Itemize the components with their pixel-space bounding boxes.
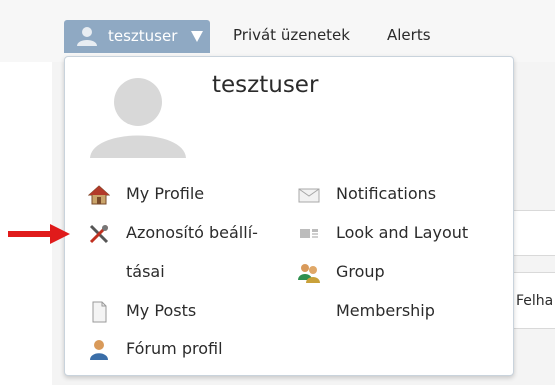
envelope-icon [298,188,320,203]
user-icon [77,27,97,46]
document-icon [92,301,107,323]
user-menu-button[interactable]: tesztuser [64,20,210,53]
background-partial-text: Felha [516,293,554,309]
user-dropdown-menu: tesztuser My Profile Azonosító beállí- t… [64,56,514,376]
look-and-layout-label: Look and Layout [336,223,469,242]
menu-item-look-and-layout[interactable]: Look and Layout [298,223,498,245]
account-settings-label-line2: tásai [126,262,165,281]
group-membership-label-line2: Membership [336,301,435,320]
menu-item-notifications[interactable]: Notifications [298,184,498,206]
menu-item-forum-profile[interactable]: Fórum profil [88,339,288,361]
nav-alerts[interactable]: Alerts [387,26,431,44]
menu-item-account-settings-continued[interactable]: tásai [88,262,288,284]
nav-private-messages[interactable]: Privát üzenetek [233,26,350,44]
menu-item-group-membership[interactable]: Group [298,262,498,284]
nav-username: tesztuser [108,27,178,45]
menu-item-account-settings[interactable]: Azonosító beállí- [88,223,288,245]
account-settings-label-line1: Azonosító beállí- [126,223,258,242]
my-posts-label: My Posts [126,301,197,320]
group-icon [298,264,320,283]
menu-item-my-profile[interactable]: My Profile [88,184,288,206]
group-membership-label-line1: Group [336,262,385,281]
layout-icon [300,229,318,238]
dropdown-username: tesztuser [212,72,319,98]
home-icon [88,185,110,205]
notifications-label: Notifications [336,184,437,203]
person-icon [90,340,108,360]
menu-item-my-posts[interactable]: My Posts [88,301,288,323]
red-arrow-annotation [8,224,70,244]
caret-down-icon [191,31,203,42]
menu-item-group-membership-continued[interactable]: Membership [298,301,498,323]
my-profile-label: My Profile [126,184,205,203]
avatar [90,78,186,158]
forum-profile-label: Fórum profil [126,339,223,358]
background-table-header [512,210,555,256]
tools-icon [89,224,109,244]
